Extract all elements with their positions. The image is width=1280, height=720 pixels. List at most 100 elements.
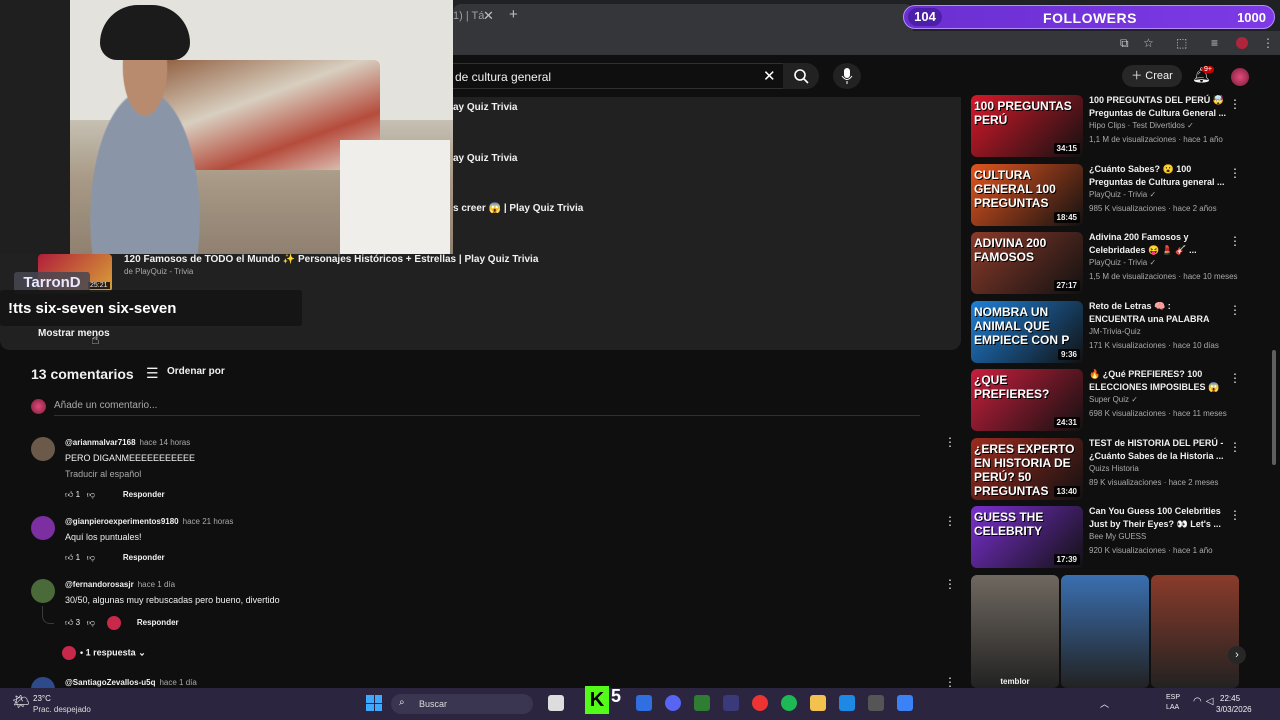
playlist-item-channel[interactable]: de PlayQuiz - Trivia xyxy=(124,267,193,276)
menu-icon[interactable]: ⋮ xyxy=(1262,36,1274,50)
new-tab-button[interactable]: + xyxy=(509,6,518,23)
video-title[interactable]: 100 PREGUNTAS DEL PERÚ 🤯 Preguntas de Cu… xyxy=(1089,94,1229,120)
video-channel[interactable]: PlayQuiz - Trivia ✓ xyxy=(1089,190,1156,199)
comment-handle[interactable]: @fernandorosasjr xyxy=(65,580,134,589)
comment-menu-icon[interactable]: ⋮ xyxy=(944,435,956,449)
dislike-icon[interactable]: 👎︎ xyxy=(87,618,95,627)
video-menu-icon[interactable]: ⋮ xyxy=(1229,508,1241,522)
comment-time[interactable]: hace 14 horas xyxy=(140,438,191,447)
sort-icon[interactable]: ☰ xyxy=(146,365,159,382)
profile-icon[interactable] xyxy=(1236,37,1248,49)
video-thumbnail[interactable]: ADIVINA 200 FAMOSOS 27:17 xyxy=(971,232,1083,294)
video-thumbnail[interactable]: NOMBRA UN ANIMAL QUE EMPIECE CON P 9:36 xyxy=(971,300,1083,363)
video-channel[interactable]: Super Quiz ✓ xyxy=(1089,395,1138,404)
search-button[interactable] xyxy=(783,63,819,89)
spotify-icon[interactable] xyxy=(781,695,797,711)
lang-bottom[interactable]: LAA xyxy=(1166,704,1179,711)
comment-handle[interactable]: @SantiagoZevallos-u5q xyxy=(65,678,155,687)
reply-button[interactable]: Responder xyxy=(137,618,179,627)
recommended-video[interactable]: 100 PREGUNTAS PERÚ 34:15 100 PREGUNTAS DEL… xyxy=(971,95,1271,157)
recommended-video[interactable]: ¿QUE PREFIERES? 24:31 🔥 ¿Qué PREFIERES? 10… xyxy=(971,369,1271,431)
recommended-video[interactable]: ADIVINA 200 FAMOSOS 27:17 Adivina 200 Famo… xyxy=(971,232,1271,294)
media-icon[interactable]: ≡ xyxy=(1211,36,1218,50)
playlist-item-title[interactable]: 120 Famosos de TODO el Mundo ✨ Personaje… xyxy=(124,254,538,265)
clear-search-icon[interactable]: ✕ xyxy=(763,67,776,85)
app-icon[interactable] xyxy=(723,695,739,711)
tab-close-icon[interactable]: ✕ xyxy=(483,8,494,24)
video-channel[interactable]: Quizs Historia xyxy=(1089,464,1139,473)
vscode-icon[interactable] xyxy=(897,695,913,711)
search-input[interactable]: de cultura general ✕ xyxy=(453,63,818,89)
sort-button[interactable]: Ordenar por xyxy=(167,366,225,377)
cast-icon[interactable]: ⧉ xyxy=(1120,36,1129,51)
video-menu-icon[interactable]: ⋮ xyxy=(1229,166,1241,180)
video-menu-icon[interactable]: ⋮ xyxy=(1229,440,1241,454)
recommended-video[interactable]: ¿ERES EXPERTO EN HISTORIA DE PERÚ? 50 PR… xyxy=(971,437,1271,500)
video-title[interactable]: ¿Cuánto Sabes? 😮 100 Preguntas de Cultur… xyxy=(1089,163,1229,189)
video-thumbnail[interactable]: ¿ERES EXPERTO EN HISTORIA DE PERÚ? 50 PR… xyxy=(971,437,1083,500)
chrome-icon[interactable] xyxy=(752,695,768,711)
comment-time[interactable]: hace 1 día xyxy=(138,580,175,589)
reply-button[interactable]: Responder xyxy=(123,553,165,562)
video-title[interactable]: TEST de HISTORIA DEL PERÚ - ¿Cuánto Sabe… xyxy=(1089,437,1229,463)
add-comment-input[interactable]: Añade un comentario... xyxy=(54,400,920,416)
create-button[interactable]: ＋ Crear xyxy=(1122,65,1182,87)
playlist-item-title[interactable]: ay Quiz Trivia xyxy=(453,153,517,164)
comment-menu-icon[interactable]: ⋮ xyxy=(944,675,956,689)
tray-chevron-icon[interactable]: ︿ xyxy=(1100,697,1109,710)
task-view-icon[interactable] xyxy=(548,695,564,711)
video-channel[interactable]: Hipo Clips · Test Divertidos ✓ xyxy=(1089,121,1194,130)
commenter-avatar[interactable] xyxy=(31,579,55,603)
short-video[interactable] xyxy=(1061,575,1149,688)
clock-date[interactable]: 3/03/2026 xyxy=(1216,705,1252,714)
browser-tab[interactable]: 1) | Tá ✕ + xyxy=(453,4,913,31)
video-menu-icon[interactable]: ⋮ xyxy=(1229,97,1241,111)
scrollbar-thumb[interactable] xyxy=(1272,350,1276,465)
video-thumbnail[interactable]: GUESS THE CELEBRITY 17:39 xyxy=(971,506,1083,568)
lang-top[interactable]: ESP xyxy=(1166,694,1180,701)
like-icon[interactable]: 👍︎ xyxy=(65,553,73,562)
comment-handle[interactable]: @arianmalvar7168 xyxy=(65,438,136,447)
video-channel[interactable]: JM-Trivia-Quiz xyxy=(1089,327,1141,336)
copilot-icon[interactable] xyxy=(636,695,652,711)
file-explorer-icon[interactable] xyxy=(810,695,826,711)
commenter-avatar[interactable] xyxy=(31,516,55,540)
mic-button[interactable] xyxy=(833,63,861,89)
star-icon[interactable]: ☆ xyxy=(1143,36,1154,50)
recommended-video[interactable]: NOMBRA UN ANIMAL QUE EMPIECE CON P 9:36 Re… xyxy=(971,300,1271,363)
commenter-avatar[interactable] xyxy=(31,437,55,461)
weather-icon[interactable]: 🌤︎ xyxy=(12,693,30,710)
video-title[interactable]: Can You Guess 100 Celebrities Just by Th… xyxy=(1089,505,1229,531)
comment-handle[interactable]: @gianpieroexperimentos9180 xyxy=(65,517,179,526)
weather-temp[interactable]: 23°C xyxy=(33,694,51,703)
video-thumbnail[interactable]: CULTURA GENERAL 100 PREGUNTAS 18:45 xyxy=(971,163,1083,226)
edge-icon[interactable] xyxy=(839,695,855,711)
like-icon[interactable]: 👍︎ xyxy=(65,490,73,499)
taskbar-search[interactable]: ⌕ Buscar xyxy=(391,694,533,714)
video-title[interactable]: Adivina 200 Famosos y Celebridades 😝 💄 🎸… xyxy=(1089,231,1229,257)
puzzle-icon[interactable]: ⬚ xyxy=(1176,36,1187,50)
recommended-video[interactable]: GUESS THE CELEBRITY 17:39 Can You Guess 10… xyxy=(971,506,1271,568)
discord-icon[interactable] xyxy=(665,695,681,711)
reply-button[interactable]: Responder xyxy=(123,490,165,499)
short-video[interactable] xyxy=(1151,575,1239,688)
video-title[interactable]: 🔥 ¿Qué PREFIERES? 100 ELECCIONES IMPOSIB… xyxy=(1089,368,1229,396)
video-menu-icon[interactable]: ⋮ xyxy=(1229,303,1241,317)
account-avatar[interactable] xyxy=(1231,68,1249,86)
video-thumbnail[interactable]: ¿QUE PREFIERES? 24:31 xyxy=(971,369,1083,431)
comment-menu-icon[interactable]: ⋮ xyxy=(944,577,956,591)
recommended-video[interactable]: CULTURA GENERAL 100 PREGUNTAS 18:45 ¿Cuánt… xyxy=(971,163,1271,226)
windows-start-icon[interactable] xyxy=(366,695,382,711)
playlist-item-title[interactable]: s creer 😱 | Play Quiz Trivia xyxy=(453,203,583,214)
video-thumbnail[interactable]: 100 PREGUNTAS PERÚ 34:15 xyxy=(971,95,1083,157)
kick-app-icon[interactable]: K xyxy=(585,686,609,714)
video-channel[interactable]: Bee My GUESS xyxy=(1089,532,1146,541)
video-menu-icon[interactable]: ⋮ xyxy=(1229,234,1241,248)
like-icon[interactable]: 👍︎ xyxy=(65,618,73,627)
short-video[interactable]: temblor xyxy=(971,575,1059,688)
clock-time[interactable]: 22:45 xyxy=(1220,694,1240,703)
video-channel[interactable]: PlayQuiz - Trivia ✓ xyxy=(1089,258,1156,267)
tray-icons[interactable]: ◠◁ xyxy=(1193,696,1217,707)
weather-desc[interactable]: Prac. despejado xyxy=(33,705,91,714)
translate-link[interactable]: Traducir al español xyxy=(65,469,141,479)
